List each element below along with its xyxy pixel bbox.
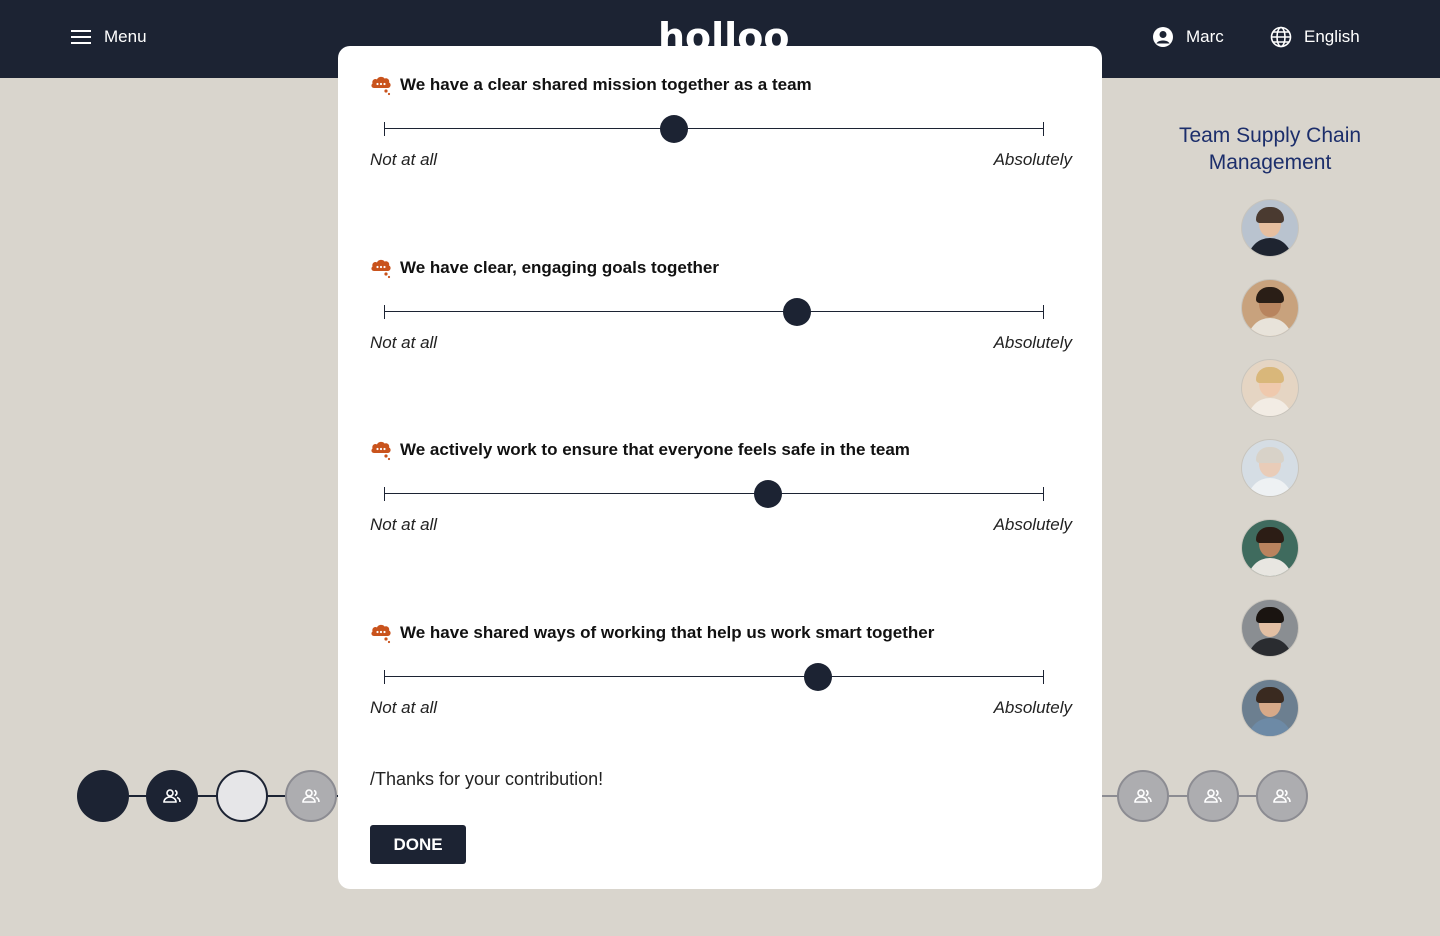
- slider-thumb[interactable]: [660, 115, 689, 143]
- thought-bubble-icon: [371, 441, 391, 461]
- language-label: English: [1304, 27, 1360, 46]
- survey-question: We have clear, engaging goals together N…: [370, 255, 1072, 352]
- team-member-avatar[interactable]: [1242, 280, 1298, 336]
- rating-slider[interactable]: [384, 663, 1044, 691]
- team-icon: [302, 789, 320, 803]
- slider-thumb[interactable]: [782, 298, 811, 326]
- slider-min-label: Not at all: [370, 333, 438, 352]
- question-text: We have clear, engaging goals together: [400, 258, 719, 277]
- thought-bubble-icon: [371, 624, 391, 644]
- team-member-avatar[interactable]: [1242, 600, 1298, 656]
- question-title: We have a clear shared mission together …: [370, 72, 1072, 98]
- rating-slider[interactable]: [384, 298, 1044, 326]
- user-menu-button[interactable]: Marc: [1152, 26, 1224, 48]
- slider-max-label: Absolutely: [993, 515, 1072, 534]
- team-member-avatar[interactable]: [1242, 680, 1298, 736]
- rating-slider[interactable]: [384, 115, 1044, 143]
- team-icon: [1134, 789, 1152, 803]
- progress-step-1[interactable]: [77, 770, 129, 822]
- done-button[interactable]: DONE: [370, 825, 466, 864]
- slider-min-label: Not at all: [370, 150, 438, 169]
- team-member-avatar[interactable]: [1242, 200, 1298, 256]
- question-text: We have shared ways of working that help…: [400, 623, 935, 642]
- thought-bubble-icon: [371, 259, 391, 279]
- team-title: Team Supply Chain Management: [1178, 124, 1362, 174]
- thought-bubble-icon: [371, 76, 391, 96]
- menu-label: Menu: [104, 27, 147, 46]
- slider-max-label: Absolutely: [993, 698, 1072, 717]
- survey-modal: We have a clear shared mission together …: [338, 46, 1102, 889]
- user-name: Marc: [1186, 27, 1224, 46]
- question-title: We actively work to ensure that everyone…: [370, 437, 1072, 463]
- question-title: We have shared ways of working that help…: [370, 620, 1072, 646]
- question-text: We actively work to ensure that everyone…: [400, 440, 910, 459]
- user-icon: [1153, 27, 1173, 47]
- team-icon: [1204, 789, 1222, 803]
- slider-min-label: Not at all: [370, 515, 438, 534]
- team-member-avatar[interactable]: [1242, 520, 1298, 576]
- slider-min-label: Not at all: [370, 698, 438, 717]
- slider-max-label: Absolutely: [993, 150, 1072, 169]
- question-text: We have a clear shared mission together …: [400, 75, 812, 94]
- survey-question: We have shared ways of working that help…: [370, 620, 1072, 717]
- team-icon: [1273, 789, 1291, 803]
- progress-step-2[interactable]: [146, 770, 198, 822]
- globe-icon: [1270, 26, 1292, 48]
- slider-max-label: Absolutely: [993, 333, 1072, 352]
- progress-step-current[interactable]: [216, 770, 268, 822]
- team-member-avatar[interactable]: [1242, 360, 1298, 416]
- language-selector[interactable]: English: [1270, 26, 1360, 48]
- slider-thumb[interactable]: [804, 663, 833, 691]
- rating-slider[interactable]: [384, 480, 1044, 508]
- menu-button[interactable]: Menu: [70, 26, 147, 48]
- hamburger-icon: [71, 30, 91, 44]
- progress-step-pending[interactable]: [1256, 770, 1308, 822]
- progress-step-pending[interactable]: [1117, 770, 1169, 822]
- slider-thumb[interactable]: [754, 480, 783, 508]
- team-icon: [163, 789, 181, 803]
- team-member-avatar[interactable]: [1242, 440, 1298, 496]
- survey-question: We have a clear shared mission together …: [370, 72, 1072, 169]
- question-title: We have clear, engaging goals together: [370, 255, 1072, 281]
- survey-question: We actively work to ensure that everyone…: [370, 437, 1072, 534]
- progress-step-pending[interactable]: [1187, 770, 1239, 822]
- progress-step-pending[interactable]: [285, 770, 337, 822]
- thanks-message: /Thanks for your contribution!: [370, 769, 604, 789]
